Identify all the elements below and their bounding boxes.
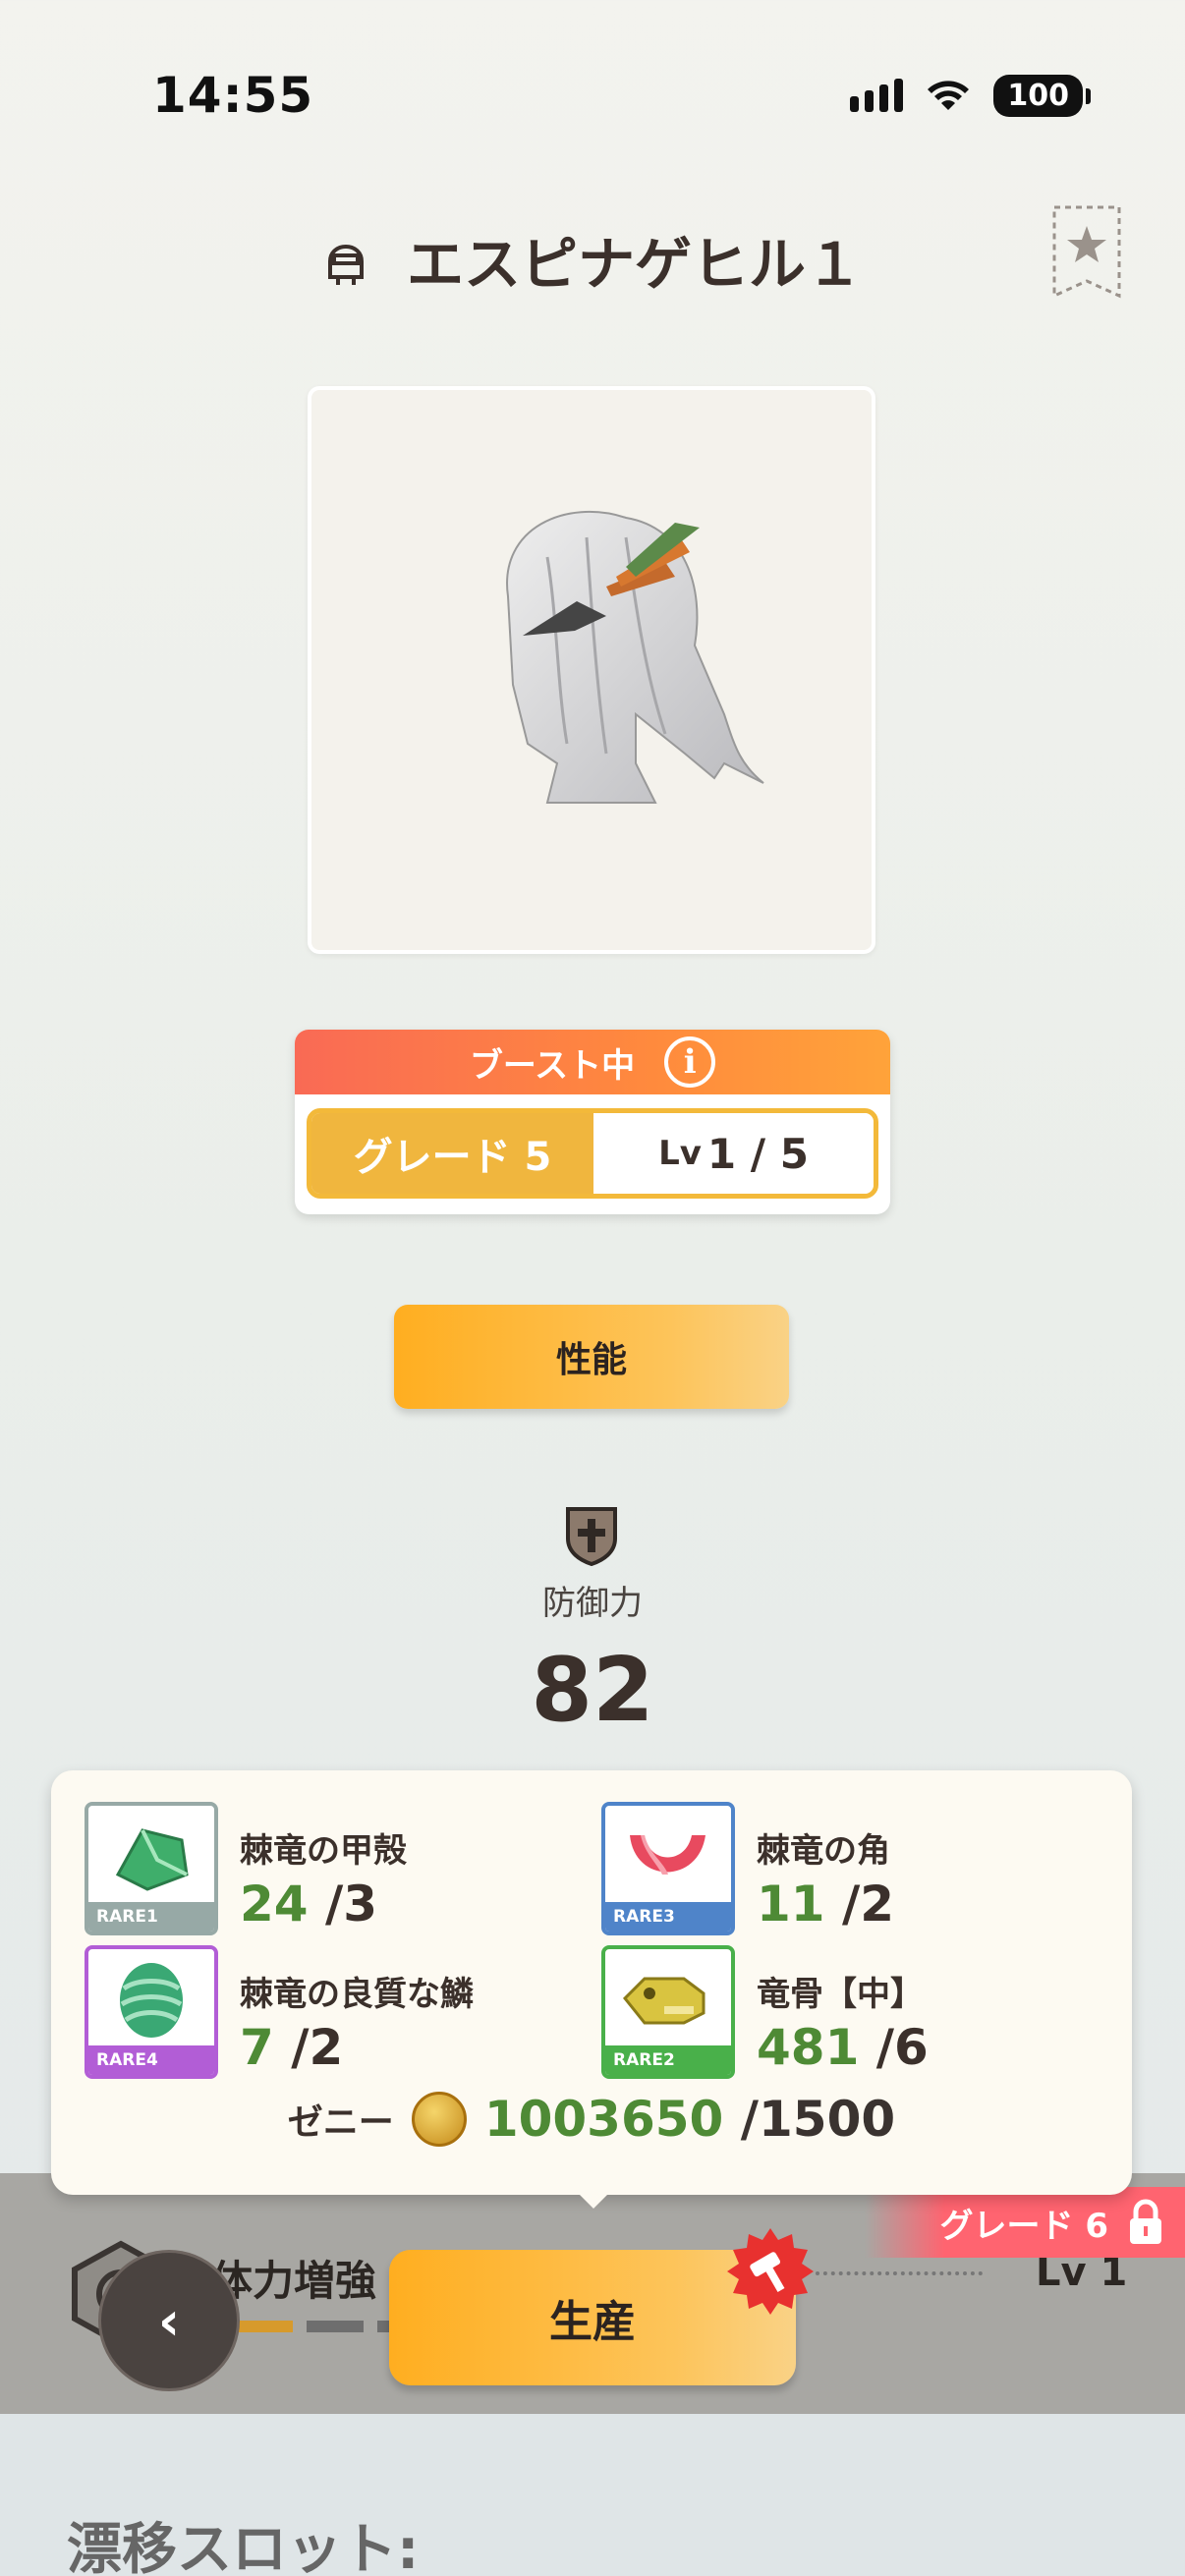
grade-label: グレード 5 [311,1113,593,1194]
material-count: 481 /6 [757,2019,929,2076]
page-title-row: エスピナゲヒル１ [0,218,1185,301]
cellular-signal-icon [850,79,904,112]
lock-icon [1130,2199,1161,2244]
zeny-label: ゼニー [287,2102,394,2143]
rarity-label: RARE3 [605,1902,731,1932]
material-count: 11 /2 [757,1876,894,1932]
materials-popup: RARE1 棘竜の甲殻 24 /3 RARE3 棘竜の角 11 /2 RARE4… [51,1770,1132,2195]
material-need: /2 [273,2019,344,2076]
material-name: 棘竜の甲殻 [240,1831,407,1871]
material-item[interactable]: RARE2 竜骨【中】 481 /6 [601,1945,929,2079]
page-title: エスピナゲヒル１ [406,231,863,298]
hammer-badge-icon [727,2228,814,2315]
skill-progress-segment [307,2321,364,2332]
material-have: 24 [240,1876,309,1932]
status-time: 14:55 [152,67,314,124]
boost-label: ブースト中 [469,1045,636,1086]
performance-button[interactable]: 性能 [394,1305,789,1409]
material-item[interactable]: RARE1 棘竜の甲殻 24 /3 [85,1802,407,1935]
back-button[interactable]: ‹ [98,2250,240,2391]
green-shell-icon: RARE1 [85,1802,218,1935]
popup-pointer [574,2189,613,2209]
battery-indicator: 100 [993,74,1091,117]
zeny-have: 1003650 [483,2091,724,2148]
material-name: 竜骨【中】 [757,1975,924,2014]
material-need: /2 [824,1876,895,1932]
material-name: 棘竜の良質な鱗 [240,1975,474,2014]
rarity-label: RARE1 [88,1902,214,1932]
info-icon[interactable]: i [664,1036,716,1088]
locked-grade-badge: グレード 6 [865,2187,1185,2258]
material-need: /3 [308,1876,378,1932]
material-count: 24 /3 [240,1876,407,1932]
zeny-cost-row: ゼニー 1003650 /1500 [51,2091,1132,2148]
status-icons: 100 [850,71,1091,120]
level-value: 1 / 5 [706,1129,809,1178]
rarity-label: RARE2 [605,2045,731,2075]
grade-level-row: グレード 5 Lv 1 / 5 [307,1108,878,1199]
material-have: 7 [240,2019,274,2076]
shield-icon [566,1507,617,1566]
rarity-label: RARE4 [88,2045,214,2075]
material-item[interactable]: RARE3 棘竜の角 11 /2 [601,1802,894,1935]
defense-value: 82 [531,1639,654,1742]
bookmark-star-icon[interactable] [1051,204,1122,299]
level-display: Lv 1 / 5 [593,1113,874,1194]
zeny-value: 1003650 /1500 [484,2091,895,2148]
skill-progress-segment [236,2321,293,2332]
level-prefix: Lv [658,1134,702,1173]
material-have: 481 [757,2019,860,2076]
item-preview-card [308,386,875,954]
bone-icon: RARE2 [601,1945,735,2079]
green-scale-icon: RARE4 [85,1945,218,2079]
material-count: 7 /2 [240,2019,474,2076]
zeny-need: /1500 [723,2091,896,2148]
defense-label: 防御力 [542,1584,643,1623]
material-item[interactable]: RARE4 棘竜の良質な鱗 7 /2 [85,1945,474,2079]
red-horn-icon: RARE3 [601,1802,735,1935]
skill-divider [816,2271,983,2275]
material-need: /6 [859,2019,929,2076]
material-name: 棘竜の角 [757,1831,890,1871]
boost-panel: ブースト中 i グレード 5 Lv 1 / 5 [295,1030,890,1214]
helmet-icon [327,245,364,285]
zeny-coin-icon [411,2092,467,2147]
wifi-icon [928,81,970,110]
boost-header: ブースト中 i [295,1030,890,1094]
slot-title: 漂移スロット: [67,2518,420,2576]
material-have: 11 [757,1876,825,1932]
hair-helmet-illustration [506,510,764,804]
locked-grade-label: グレード 6 [939,2206,1109,2246]
